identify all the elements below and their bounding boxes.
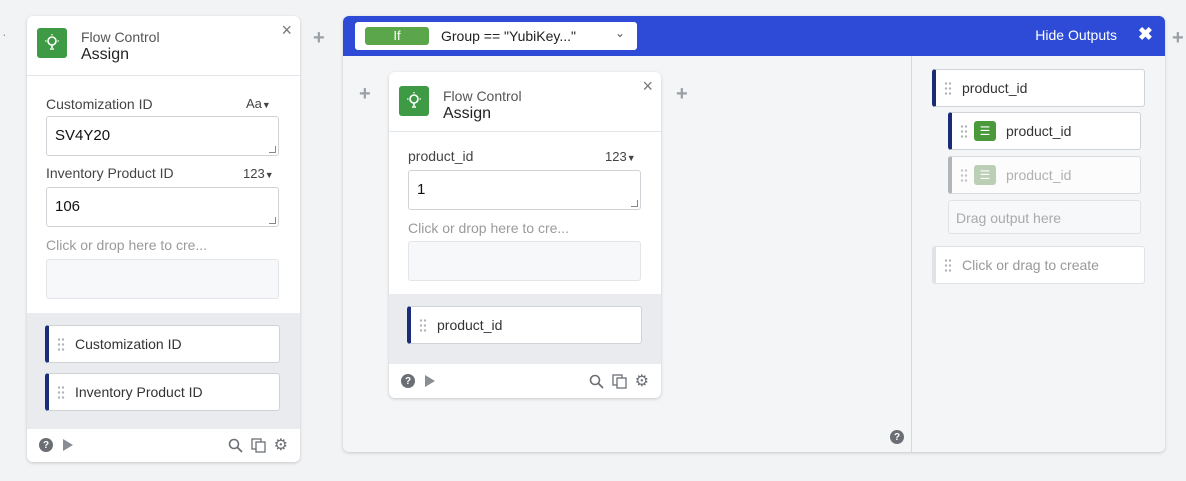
grip-icon[interactable] bbox=[419, 318, 427, 332]
copy-icon[interactable] bbox=[612, 373, 627, 389]
card-footer: ? ⚙ bbox=[389, 364, 661, 398]
outputs-panel: product_id ☰ product_id ☰ product_id Dra… bbox=[912, 56, 1165, 452]
add-step-plus-icon[interactable]: + bbox=[676, 84, 688, 104]
card-header: Flow Control Assign × bbox=[27, 16, 300, 76]
type-selector-text[interactable]: Aa▼ bbox=[246, 96, 271, 111]
card-title: Assign bbox=[443, 105, 492, 122]
add-step-plus-icon[interactable]: + bbox=[359, 84, 371, 104]
add-step-end-plus-icon[interactable]: + bbox=[1172, 28, 1184, 48]
copy-icon[interactable] bbox=[251, 437, 266, 453]
if-block: If Group == "YubiKey..." ⌄ Hide Outputs … bbox=[343, 16, 1165, 452]
field-label-product-id: product_id bbox=[408, 148, 474, 164]
play-icon[interactable] bbox=[425, 375, 435, 387]
output-chip-product-id[interactable]: product_id bbox=[407, 306, 642, 344]
grip-icon[interactable] bbox=[960, 124, 968, 138]
grip-icon[interactable] bbox=[57, 385, 65, 399]
lightbulb-icon bbox=[37, 28, 67, 58]
type-selector-number[interactable]: 123▼ bbox=[605, 149, 636, 164]
help-icon[interactable]: ? bbox=[39, 438, 53, 452]
type-selector-number[interactable]: 123▼ bbox=[243, 166, 274, 181]
card-subtitle: Flow Control bbox=[443, 88, 522, 104]
search-icon[interactable] bbox=[589, 374, 604, 389]
assign-card-left: Flow Control Assign × Customization ID A… bbox=[27, 16, 300, 462]
field-label-inventory-product-id: Inventory Product ID bbox=[46, 165, 174, 181]
sliders-icon: ☰ bbox=[974, 121, 996, 141]
output-item-product-id[interactable]: ☰ product_id bbox=[948, 112, 1141, 150]
inventory-product-id-input[interactable]: 106 bbox=[46, 187, 279, 227]
output-item-product-id-inactive[interactable]: ☰ product_id bbox=[948, 156, 1141, 194]
close-icon[interactable]: ✖ bbox=[1138, 24, 1153, 45]
product-id-input[interactable]: 1 bbox=[408, 170, 641, 210]
chevron-down-icon: ▼ bbox=[261, 100, 271, 110]
outputs-tray: product_id bbox=[389, 294, 661, 364]
grip-icon[interactable] bbox=[57, 337, 65, 351]
resize-handle[interactable] bbox=[269, 146, 276, 153]
field-label-customization-id: Customization ID bbox=[46, 96, 153, 112]
help-icon[interactable]: ? bbox=[890, 430, 904, 444]
play-icon[interactable] bbox=[63, 439, 73, 451]
output-group-product-id[interactable]: product_id bbox=[932, 69, 1145, 107]
drag-output-dropzone[interactable]: Drag output here bbox=[948, 200, 1141, 234]
card-subtitle: Flow Control bbox=[81, 29, 160, 45]
customization-id-input[interactable]: SV4Y20 bbox=[46, 116, 279, 156]
grip-icon[interactable] bbox=[960, 168, 968, 182]
card-title: Assign bbox=[81, 46, 130, 63]
chevron-down-icon: ▼ bbox=[264, 170, 274, 180]
if-pill: If bbox=[365, 27, 429, 45]
resize-handle[interactable] bbox=[269, 217, 276, 224]
create-field-hint[interactable]: Click or drop here to cre... bbox=[46, 237, 207, 253]
gear-icon[interactable]: ⚙ bbox=[274, 435, 288, 455]
outputs-tray: Customization ID Inventory Product ID bbox=[27, 313, 300, 429]
card-header: Flow Control Assign × bbox=[389, 72, 661, 132]
output-chip-customization-id[interactable]: Customization ID bbox=[45, 325, 280, 363]
resize-handle[interactable] bbox=[631, 200, 638, 207]
left-edge-plus-icon[interactable]: · bbox=[2, 26, 7, 42]
if-condition-select[interactable]: If Group == "YubiKey..." ⌄ bbox=[355, 22, 637, 50]
output-chip-inventory-product-id[interactable]: Inventory Product ID bbox=[45, 373, 280, 411]
chevron-down-icon: ⌄ bbox=[614, 26, 625, 40]
assign-card-inner: Flow Control Assign × product_id 123▼ 1 … bbox=[389, 72, 661, 398]
hide-outputs-button[interactable]: Hide Outputs bbox=[1035, 27, 1117, 43]
create-field-hint[interactable]: Click or drop here to cre... bbox=[408, 220, 569, 236]
sliders-icon: ☰ bbox=[974, 165, 996, 185]
if-header: If Group == "YubiKey..." ⌄ Hide Outputs … bbox=[343, 16, 1165, 56]
if-condition-text: Group == "YubiKey..." bbox=[441, 28, 576, 44]
search-icon[interactable] bbox=[228, 438, 243, 453]
lightbulb-icon bbox=[399, 86, 429, 116]
card-footer: ? ⚙ bbox=[27, 428, 300, 462]
add-step-plus-icon[interactable]: + bbox=[313, 28, 325, 48]
grip-icon[interactable] bbox=[944, 258, 952, 272]
help-icon[interactable]: ? bbox=[401, 374, 415, 388]
gear-icon[interactable]: ⚙ bbox=[635, 371, 649, 391]
create-field-dropzone[interactable] bbox=[46, 259, 279, 299]
create-field-dropzone[interactable] bbox=[408, 241, 641, 281]
grip-icon[interactable] bbox=[944, 81, 952, 95]
create-output-chip[interactable]: Click or drag to create bbox=[932, 246, 1145, 284]
close-icon[interactable]: × bbox=[281, 20, 292, 41]
close-icon[interactable]: × bbox=[642, 76, 653, 97]
chevron-down-icon: ▼ bbox=[626, 153, 636, 163]
